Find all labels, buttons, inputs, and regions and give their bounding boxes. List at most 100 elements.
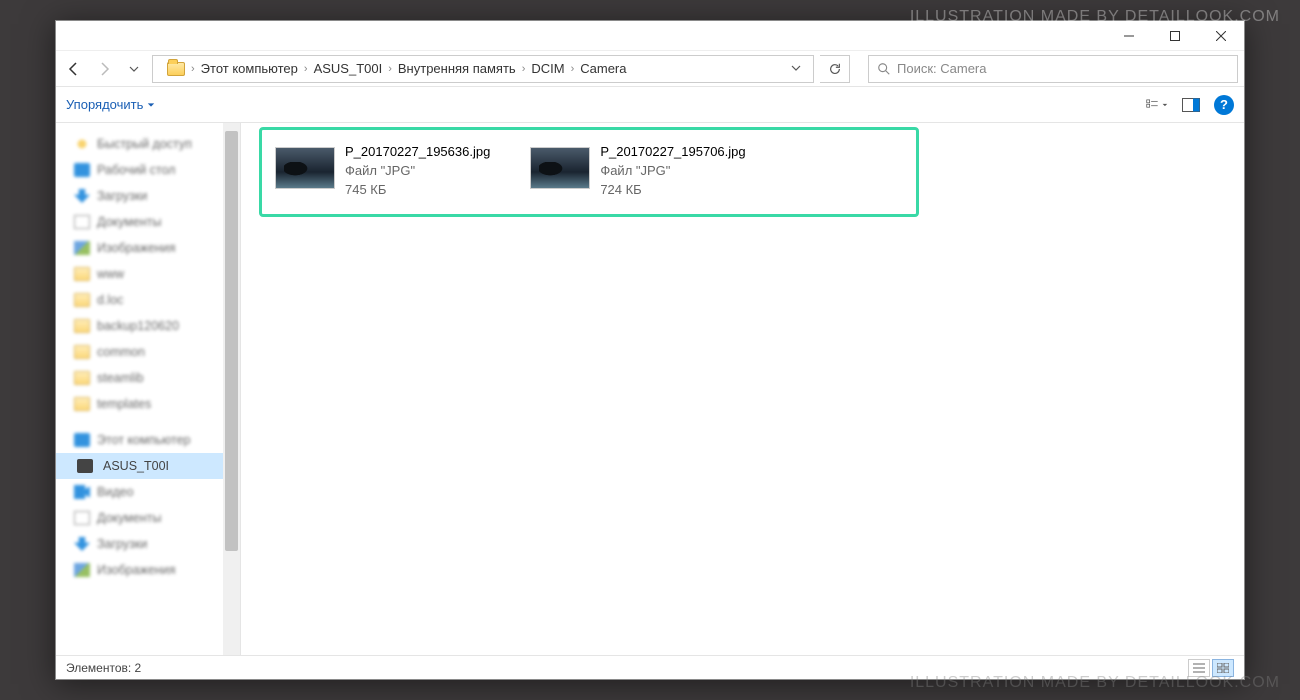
breadcrumb-item[interactable]: ASUS_T00I: [310, 61, 387, 76]
breadcrumb-item[interactable]: Этот компьютер: [197, 61, 302, 76]
sidebar-item[interactable]: Рабочий стол: [56, 157, 223, 183]
sidebar-item-label: backup120620: [97, 319, 179, 333]
sidebar-item-label: www: [97, 267, 124, 281]
sidebar-item-label: Изображения: [97, 241, 176, 255]
search-input[interactable]: [897, 61, 1229, 76]
file-type: Файл "JPG": [345, 162, 490, 181]
sidebar-item-label: Загрузки: [97, 537, 147, 551]
recent-dropdown[interactable]: [122, 57, 146, 81]
sidebar-item[interactable]: Быстрый доступ: [56, 131, 223, 157]
breadcrumb-dropdown[interactable]: [785, 61, 807, 76]
sidebar-item-label: d.loc: [97, 293, 123, 307]
chevron-right-icon: ›: [304, 63, 308, 75]
sidebar-item[interactable]: steamlib: [56, 365, 223, 391]
file-size: 724 КБ: [600, 181, 745, 200]
sidebar-item-label: steamlib: [97, 371, 144, 385]
breadcrumb[interactable]: › Этот компьютер › ASUS_T00I › Внутрення…: [152, 55, 814, 83]
sidebar-item[interactable]: Загрузки: [56, 183, 223, 209]
star-icon: [74, 137, 90, 151]
search-box[interactable]: [868, 55, 1238, 83]
sidebar-item-label: Загрузки: [97, 189, 147, 203]
sidebar-item-label: Быстрый доступ: [97, 137, 192, 151]
sidebar-item[interactable]: backup120620: [56, 313, 223, 339]
item-count: Элементов: 2: [66, 661, 141, 675]
folder-icon: [167, 62, 185, 76]
sidebar-item[interactable]: www: [56, 261, 223, 287]
folder-icon: [74, 345, 90, 359]
preview-pane-button[interactable]: [1180, 94, 1202, 116]
forward-button[interactable]: [92, 57, 116, 81]
file-size: 745 КБ: [345, 181, 490, 200]
sidebar-item-label: ASUS_T00I: [103, 459, 169, 473]
breadcrumb-item[interactable]: DCIM: [527, 61, 568, 76]
video-icon: [74, 485, 90, 499]
file-name: P_20170227_195706.jpg: [600, 143, 745, 162]
sidebar-item[interactable]: Видео: [56, 479, 223, 505]
content-area[interactable]: P_20170227_195636.jpgФайл "JPG"745 КБP_2…: [241, 123, 1244, 655]
sidebar-item[interactable]: Загрузки: [56, 531, 223, 557]
file-type: Файл "JPG": [600, 162, 745, 181]
pc-icon: [74, 433, 90, 447]
refresh-button[interactable]: [820, 55, 850, 83]
file-item[interactable]: P_20170227_195706.jpgФайл "JPG"724 КБ: [530, 143, 745, 200]
sidebar-item-label: Этот компьютер: [97, 433, 190, 447]
sidebar-item[interactable]: Этот компьютер: [56, 427, 223, 453]
sidebar-item[interactable]: Изображения: [56, 235, 223, 261]
search-icon: [877, 62, 891, 76]
sidebar-item[interactable]: Изображения: [56, 557, 223, 583]
chevron-right-icon: ›: [571, 63, 575, 75]
chevron-right-icon: ›: [191, 63, 195, 75]
maximize-button[interactable]: [1152, 21, 1198, 51]
tiles-view-button[interactable]: [1212, 659, 1234, 677]
sidebar-item-label: Документы: [97, 511, 161, 525]
scrollbar-thumb[interactable]: [225, 131, 238, 551]
titlebar: [56, 21, 1244, 51]
file-thumbnail: [275, 147, 335, 189]
img-icon: [74, 563, 90, 577]
sidebar-item-label: common: [97, 345, 145, 359]
phone-icon: [77, 459, 93, 473]
minimize-button[interactable]: [1106, 21, 1152, 51]
desktop-icon: [74, 163, 90, 177]
details-view-button[interactable]: [1188, 659, 1210, 677]
file-item[interactable]: P_20170227_195636.jpgФайл "JPG"745 КБ: [275, 143, 490, 200]
sidebar-scrollbar[interactable]: [223, 123, 240, 655]
sidebar: Быстрый доступ Рабочий стол Загрузки Докуме…: [56, 123, 241, 655]
file-thumbnail: [530, 147, 590, 189]
sidebar-item[interactable]: ASUS_T00I: [56, 453, 223, 479]
sidebar-item-label: Изображения: [97, 563, 176, 577]
sidebar-item-label: Рабочий стол: [97, 163, 175, 177]
breadcrumb-item[interactable]: Camera: [576, 61, 630, 76]
folder-icon: [74, 293, 90, 307]
close-button[interactable]: [1198, 21, 1244, 51]
chevron-right-icon: ›: [388, 63, 392, 75]
down-icon: [74, 537, 90, 551]
folder-icon: [74, 371, 90, 385]
folder-icon: [74, 397, 90, 411]
explorer-window: › Этот компьютер › ASUS_T00I › Внутрення…: [55, 20, 1245, 680]
caret-down-icon: [1162, 101, 1168, 109]
chevron-right-icon: ›: [522, 63, 526, 75]
doc-icon: [74, 215, 90, 229]
sidebar-item[interactable]: common: [56, 339, 223, 365]
body: Быстрый доступ Рабочий стол Загрузки Докуме…: [56, 123, 1244, 655]
sidebar-item[interactable]: d.loc: [56, 287, 223, 313]
folder-icon: [74, 267, 90, 281]
sidebar-item-label: templates: [97, 397, 151, 411]
breadcrumb-item[interactable]: Внутренняя память: [394, 61, 520, 76]
img-icon: [74, 241, 90, 255]
address-bar: › Этот компьютер › ASUS_T00I › Внутрення…: [56, 51, 1244, 87]
sidebar-item[interactable]: templates: [56, 391, 223, 417]
sidebar-item[interactable]: Документы: [56, 209, 223, 235]
down-icon: [74, 189, 90, 203]
sidebar-item[interactable]: Документы: [56, 505, 223, 531]
folder-icon: [74, 319, 90, 333]
back-button[interactable]: [62, 57, 86, 81]
help-button[interactable]: ?: [1214, 95, 1234, 115]
caret-down-icon: [147, 101, 155, 109]
organize-menu[interactable]: Упорядочить: [66, 97, 155, 112]
file-name: P_20170227_195636.jpg: [345, 143, 490, 162]
view-options-button[interactable]: [1146, 94, 1168, 116]
sidebar-item-label: Видео: [97, 485, 134, 499]
toolbar: Упорядочить ?: [56, 87, 1244, 123]
